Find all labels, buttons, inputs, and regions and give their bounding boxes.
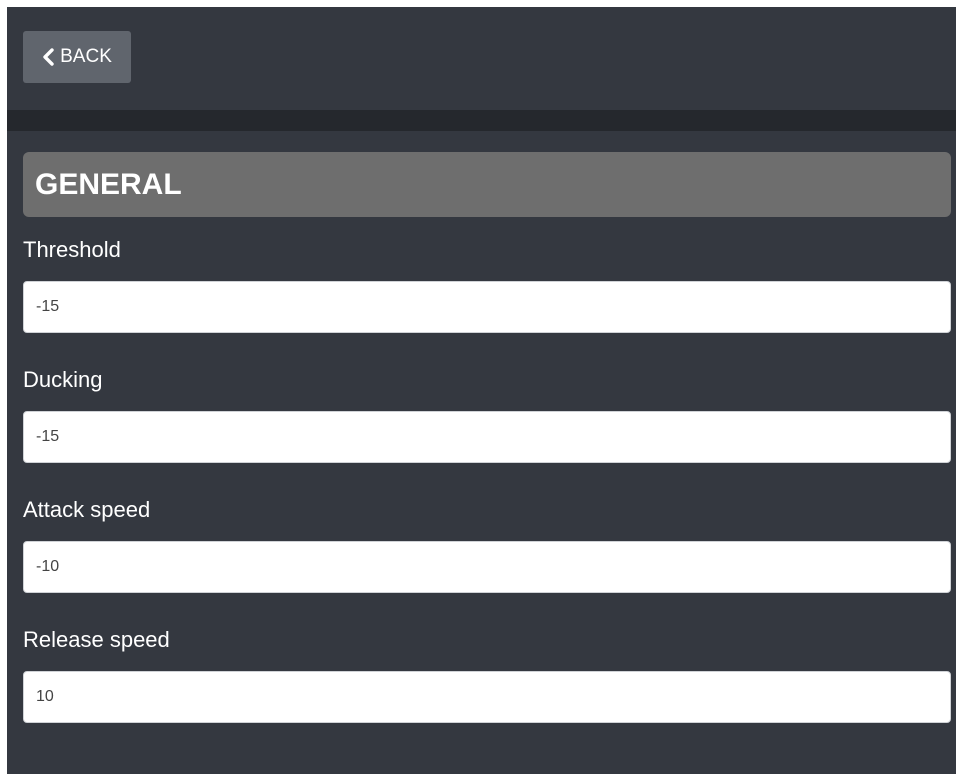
back-button[interactable]: BACK [23,31,131,83]
chevron-left-icon [43,48,54,66]
field-attack-speed: Attack speed [23,497,951,593]
threshold-label: Threshold [23,237,121,262]
divider [7,110,956,131]
threshold-input[interactable] [23,281,951,333]
attack-speed-input[interactable] [23,541,951,593]
ducking-label: Ducking [23,367,103,392]
release-speed-label: Release speed [23,627,170,652]
top-toolbar: BACK [7,7,956,110]
field-ducking: Ducking [23,367,951,463]
ducking-input[interactable] [23,411,951,463]
settings-panel: BACK GENERAL Threshold Ducking Attack sp… [7,7,956,774]
section-header-general: GENERAL [23,152,951,217]
release-speed-input[interactable] [23,671,951,723]
field-threshold: Threshold [23,237,951,333]
field-release-speed: Release speed [23,627,951,723]
back-button-label: BACK [60,46,112,67]
settings-content: GENERAL Threshold Ducking Attack speed R… [7,131,951,723]
attack-speed-label: Attack speed [23,497,151,522]
section-title: GENERAL [35,167,182,201]
